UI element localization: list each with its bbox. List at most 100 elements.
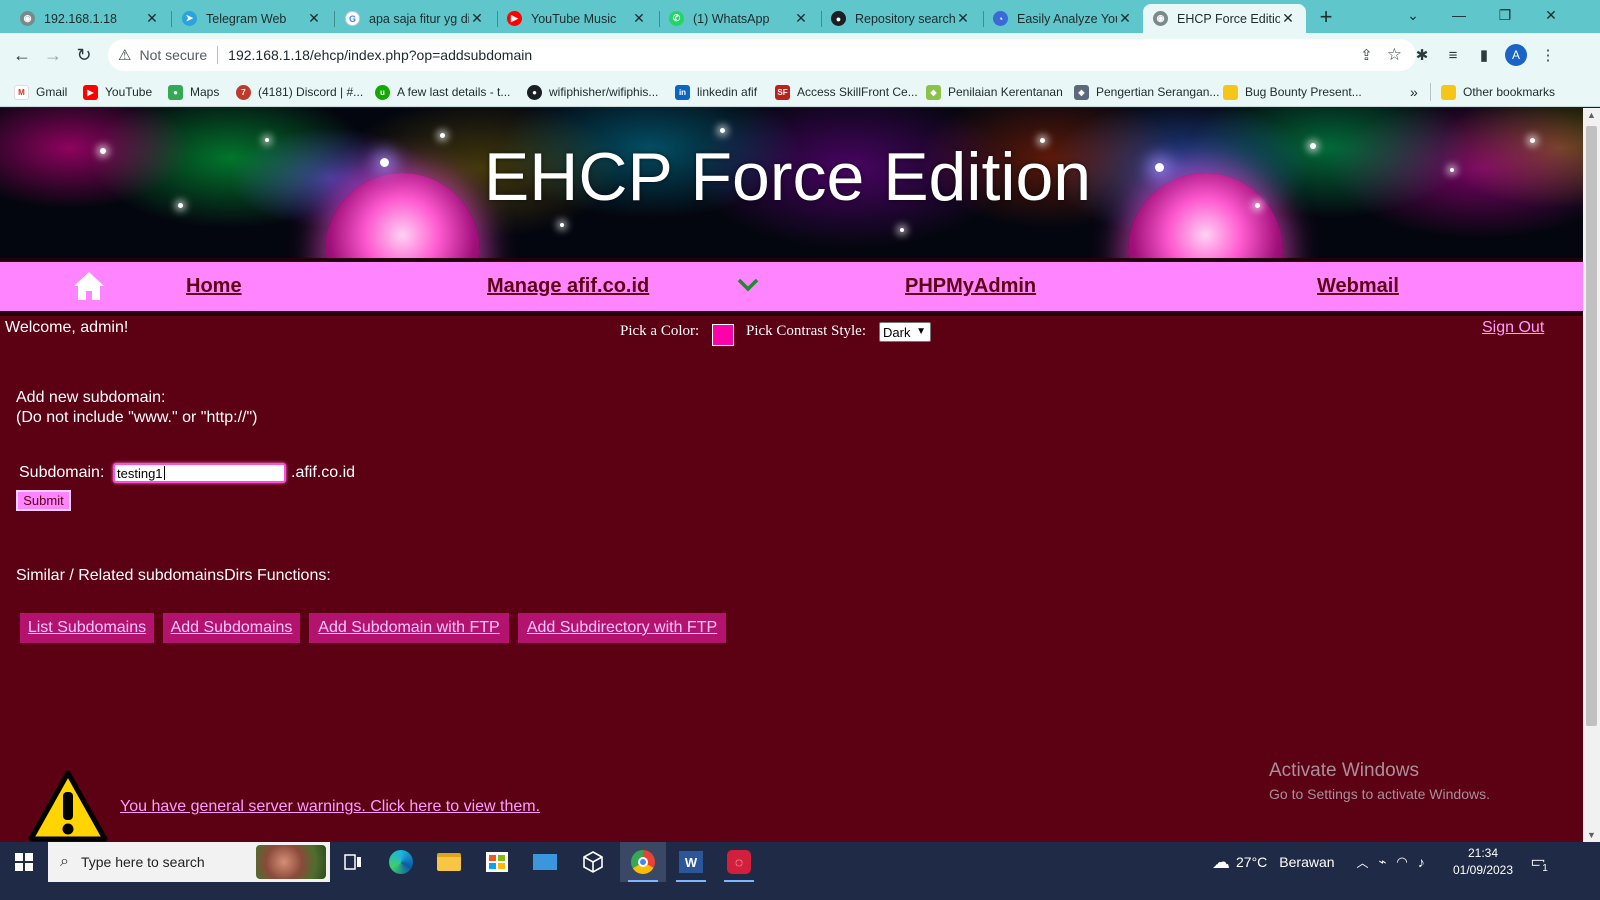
url-text[interactable]: 192.168.1.18/ehcp/index.php?op=addsubdom… — [228, 47, 532, 63]
start-button[interactable] — [0, 842, 47, 882]
bookmark-penilaian[interactable]: ◆ Penilaian Kerentanan — [926, 82, 1063, 102]
add-subdomains-link[interactable]: Add Subdomains — [163, 613, 300, 643]
forward-button[interactable]: → — [39, 41, 67, 69]
back-button[interactable]: ← — [8, 41, 36, 69]
submit-button[interactable]: Submit — [16, 490, 71, 511]
folder-icon — [1223, 84, 1238, 100]
list-subdomains-link[interactable]: List Subdomains — [20, 613, 154, 643]
network-plug-icon[interactable]: ⌁ — [1379, 854, 1387, 870]
debian-red-app-icon[interactable]: ◌ — [716, 842, 762, 882]
tab-title: Repository search r — [855, 11, 955, 26]
notifications-icon[interactable]: ▭ 1 — [1525, 850, 1551, 874]
close-tab-icon[interactable]: ✕ — [1117, 10, 1133, 27]
weather-description[interactable]: Berawan — [1279, 854, 1334, 870]
edge-browser-icon[interactable] — [378, 842, 424, 882]
close-tab-icon[interactable]: ✕ — [955, 10, 971, 27]
scroll-down-arrow-icon[interactable]: ▼ — [1583, 830, 1600, 840]
volume-icon[interactable]: ♪ — [1418, 854, 1425, 870]
browser-menu-icon[interactable]: ⋮ — [1538, 45, 1558, 65]
task-view-icon[interactable] — [330, 842, 376, 882]
close-tab-icon[interactable]: ✕ — [306, 10, 322, 27]
shield-icon: ◈ — [1074, 84, 1089, 100]
nav-home-link[interactable]: Home — [186, 275, 242, 298]
security-status[interactable]: Not secure — [139, 47, 207, 63]
profile-avatar[interactable]: A — [1505, 44, 1527, 66]
weather-temperature[interactable]: 27°C — [1236, 854, 1267, 870]
bookmark-skillfront[interactable]: SF Access SkillFront Ce... — [775, 82, 918, 102]
bookmark-label: YouTube — [105, 85, 153, 99]
bookmarks-overflow-button[interactable]: » — [1410, 82, 1418, 102]
add-subdomain-ftp-link[interactable]: Add Subdomain with FTP — [309, 613, 509, 643]
add-subdomain-hint: (Do not include "www." or "http://") — [16, 409, 258, 426]
close-tab-icon[interactable]: ✕ — [1280, 10, 1296, 27]
chrome-browser-icon[interactable] — [620, 842, 666, 882]
bookmark-upwork[interactable]: u A few last details - t... — [375, 82, 510, 102]
close-tab-icon[interactable]: ✕ — [469, 10, 485, 27]
tab-easily-analyze[interactable]: ◔ Easily Analyze Your ✕ — [983, 4, 1143, 33]
bookmark-wifiphisher[interactable]: ● wifiphisher/wifiphis... — [527, 82, 658, 102]
server-warnings-link[interactable]: You have general server warnings. Click … — [120, 798, 540, 816]
close-tab-icon[interactable]: ✕ — [631, 10, 647, 27]
home-icon[interactable] — [72, 270, 106, 302]
bookmark-maps[interactable]: ● Maps — [168, 82, 219, 102]
bookmark-linkedin[interactable]: in linkedin afif — [675, 82, 757, 102]
tab-whatsapp[interactable]: ✆ (1) WhatsApp ✕ — [659, 4, 819, 33]
show-hidden-icons-chevron-icon[interactable]: ︿ — [1357, 854, 1369, 871]
side-panel-icon[interactable]: ▮ — [1474, 45, 1494, 65]
tab-google-search[interactable]: G apa saja fitur yg dit ✕ — [335, 4, 495, 33]
subdomain-input[interactable]: testing1 — [113, 463, 286, 483]
file-explorer-icon[interactable] — [426, 842, 472, 882]
bookmark-label: (4181) Discord | #... — [258, 85, 364, 99]
word-icon[interactable]: W — [668, 842, 714, 882]
contrast-style-select[interactable]: Dark ▼ — [879, 322, 931, 342]
share-icon[interactable]: ⇪ — [1360, 46, 1373, 64]
bookmark-star-icon[interactable]: ☆ — [1387, 45, 1402, 65]
bookmark-bug-bounty[interactable]: Bug Bounty Present... — [1223, 82, 1362, 102]
tab-telegram[interactable]: ➤ Telegram Web ✕ — [172, 4, 332, 33]
bookmark-gmail[interactable]: M Gmail — [14, 82, 67, 102]
tab-ehcp-force-edition[interactable]: ◉ EHCP Force Edition ✕ — [1143, 4, 1306, 33]
close-window-button[interactable]: ✕ — [1528, 0, 1574, 30]
nav-phpmyadmin-link[interactable]: PHPMyAdmin — [905, 275, 1036, 298]
tab-title: YouTube Music — [531, 11, 617, 26]
microsoft-store-icon[interactable] — [474, 842, 520, 882]
tab-search-icon[interactable]: ⌄ — [1390, 0, 1436, 30]
system-tray: ☁ 27°C Berawan ︿ ⌁ ◠ ♪ — [1212, 842, 1425, 882]
wifi-icon[interactable]: ◠ — [1396, 854, 1407, 870]
github-icon: ● — [527, 84, 542, 100]
nav-manage-domain-link[interactable]: Manage afif.co.id — [487, 275, 649, 298]
mail-icon[interactable] — [522, 842, 568, 882]
close-tab-icon[interactable]: ✕ — [793, 10, 809, 27]
other-bookmarks[interactable]: Other bookmarks — [1441, 82, 1555, 102]
reload-button[interactable]: ↻ — [70, 41, 98, 69]
bookmark-label: Access SkillFront Ce... — [797, 85, 918, 99]
scroll-up-arrow-icon[interactable]: ▲ — [1583, 110, 1600, 120]
tab-youtube-music[interactable]: ▶ YouTube Music ✕ — [497, 4, 657, 33]
new-tab-button[interactable]: + — [1308, 2, 1344, 32]
bookmark-youtube[interactable]: ▶ YouTube — [83, 82, 152, 102]
taskbar-clock[interactable]: 21:34 01/09/2023 — [1443, 845, 1523, 879]
media-control-icon[interactable]: ≡ — [1443, 45, 1463, 65]
warning-triangle-icon[interactable]: ⚠ — [118, 46, 131, 64]
tab-192-168-1-18[interactable]: ◉ 192.168.1.18 ✕ — [10, 4, 170, 33]
taskbar-search-box[interactable]: ⌕ Type here to search — [48, 842, 330, 882]
virtualbox-icon[interactable] — [570, 842, 616, 882]
restore-button[interactable]: ❐ — [1482, 0, 1528, 30]
color-picker-swatch[interactable] — [712, 324, 734, 346]
analyze-icon: ◔ — [993, 11, 1008, 26]
nav-webmail-link[interactable]: Webmail — [1317, 275, 1399, 298]
sign-out-link[interactable]: Sign Out — [1482, 319, 1544, 337]
bookmark-pengertian[interactable]: ◈ Pengertian Serangan... — [1074, 82, 1219, 102]
tab-repository-search[interactable]: ● Repository search r ✕ — [821, 4, 981, 33]
page-scrollbar[interactable]: ▲ ▼ — [1583, 108, 1600, 842]
extensions-icon[interactable]: ✱ — [1412, 45, 1432, 65]
add-subdirectory-ftp-link[interactable]: Add Subdirectory with FTP — [518, 613, 726, 643]
windows-logo-icon — [14, 853, 33, 871]
scrollbar-thumb[interactable] — [1586, 126, 1597, 726]
minimize-button[interactable]: — — [1436, 0, 1482, 30]
chevron-down-icon[interactable] — [737, 277, 759, 293]
close-tab-icon[interactable]: ✕ — [144, 10, 160, 27]
weather-cloud-icon[interactable]: ☁ — [1212, 852, 1230, 873]
address-bar[interactable]: ⚠ Not secure 192.168.1.18/ehcp/index.php… — [108, 39, 1416, 71]
bookmark-discord[interactable]: 7 (4181) Discord | #... — [236, 82, 363, 102]
